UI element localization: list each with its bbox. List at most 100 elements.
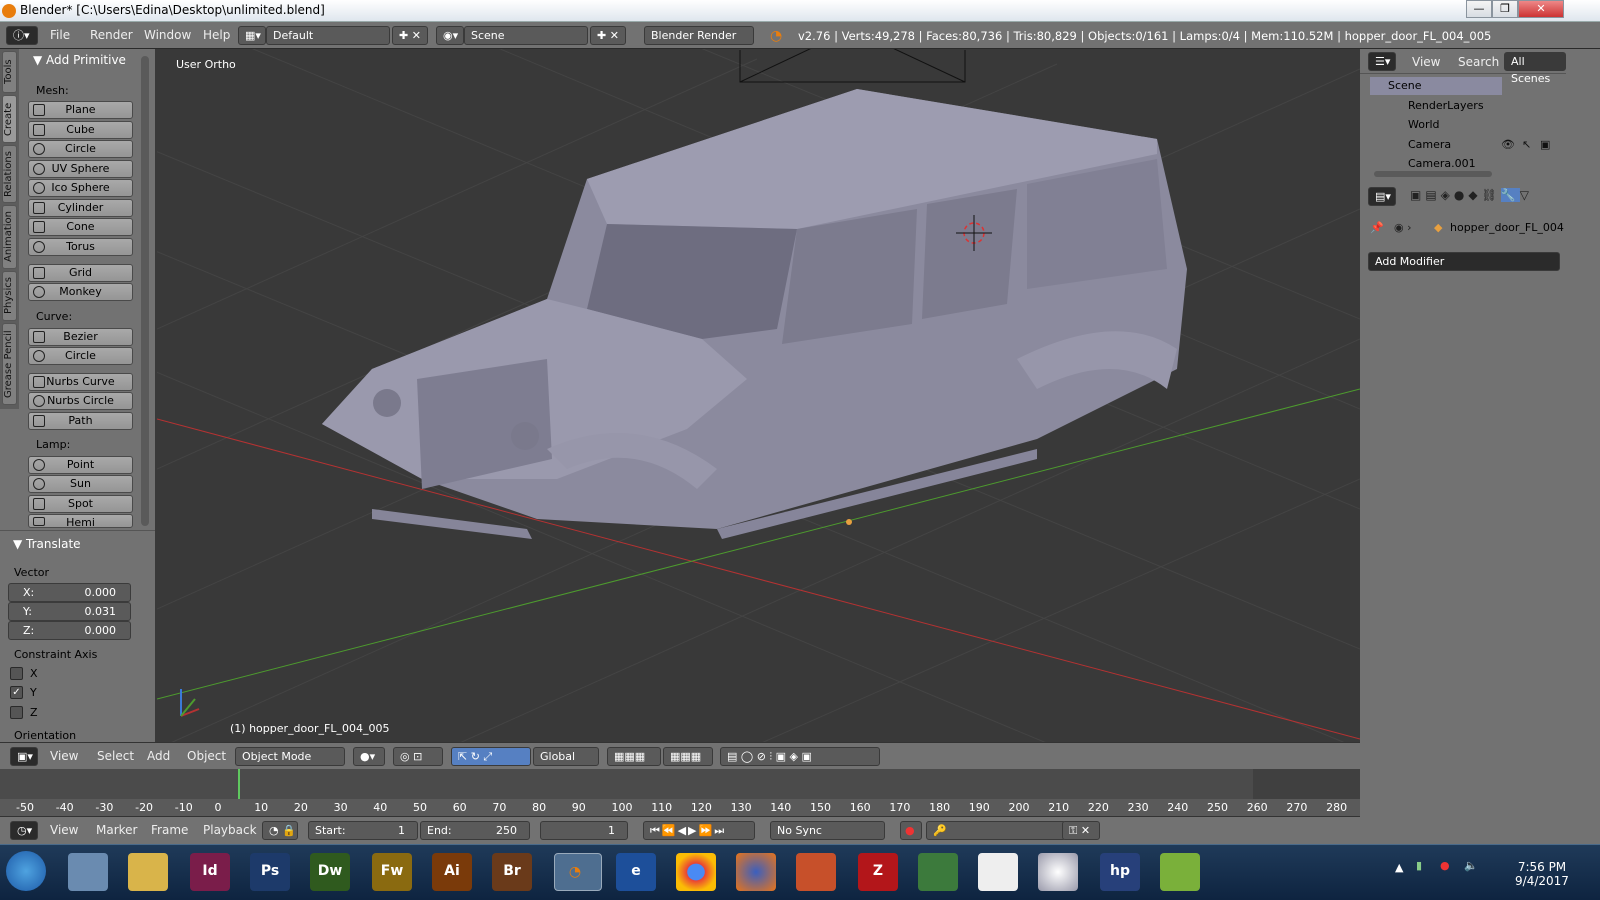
constraint-y-checkbox[interactable]: ✓ (10, 686, 23, 699)
viewport-scene[interactable] (157, 49, 1360, 742)
scene-field[interactable]: Scene (464, 26, 588, 45)
close-window-button[interactable]: ✕ (1518, 0, 1564, 18)
menu-marker[interactable]: Marker (96, 823, 137, 837)
add-point-lamp-button[interactable]: Point (28, 456, 133, 474)
current-frame-marker[interactable] (238, 769, 240, 799)
add-nurbs-curve-button[interactable]: Nurbs Curve (28, 373, 133, 391)
tab-tools[interactable]: Tools (2, 51, 17, 93)
manipulator-buttons[interactable]: ⇱ ↻ ⤢ (451, 747, 531, 766)
constraint-x-checkbox[interactable] (10, 667, 23, 680)
menu-playback[interactable]: Playback (203, 823, 257, 837)
add-bezier-button[interactable]: Bezier (28, 328, 133, 346)
add-hemi-lamp-button[interactable]: Hemi (28, 514, 133, 529)
tab-grease-pencil[interactable]: Grease Pencil (2, 323, 17, 405)
add-spot-lamp-button[interactable]: Spot (28, 495, 133, 513)
add-grid-button[interactable]: Grid (28, 264, 133, 282)
scene-icon-button[interactable]: ◉▾ (436, 26, 464, 45)
indesign-icon[interactable]: Id (190, 853, 230, 891)
layout-icon-button[interactable]: ▦▾ (238, 26, 266, 45)
layout-add-remove[interactable]: ✚ ✕ (392, 26, 428, 45)
outliner-scrollbar[interactable] (1374, 171, 1492, 177)
editor-type-properties-button[interactable]: ▤▾ (1368, 187, 1396, 206)
editor-type-outliner-button[interactable]: ☰▾ (1368, 52, 1396, 71)
tab-animation[interactable]: Animation (2, 205, 17, 269)
menu-view[interactable]: View (50, 749, 78, 763)
menu-render[interactable]: Render (90, 28, 133, 42)
minimize-button[interactable]: — (1466, 0, 1492, 18)
render-camera-icon[interactable]: ▣ (1540, 138, 1550, 151)
document-icon[interactable] (978, 853, 1018, 891)
vector-z-field[interactable]: Z: 0.000 (8, 621, 131, 640)
menu-outliner-view[interactable]: View (1412, 55, 1440, 69)
illustrator-icon[interactable]: Ai (432, 853, 472, 891)
frame-ruler[interactable]: -50 -40 -30 -20 -10 0 10 20 30 40 50 60 70 80 90 100 110… (0, 799, 1360, 816)
dreamweaver-icon[interactable]: Dw (310, 853, 350, 891)
3d-viewport[interactable] (157, 49, 1360, 742)
tool-shelf-scrollbar[interactable] (141, 56, 149, 526)
tab-physics[interactable]: Physics (2, 271, 17, 321)
disc-icon[interactable] (1038, 853, 1078, 891)
sync-select[interactable]: No Sync (770, 821, 885, 840)
menu-add[interactable]: Add (147, 749, 170, 763)
add-plane-button[interactable]: Plane (28, 101, 133, 119)
menu-timeline-view[interactable]: View (50, 823, 78, 837)
editor-type-3d-button[interactable]: ▣▾ (10, 747, 38, 766)
playback-controls[interactable]: ⏮⏪◀▶⏩⏭ (643, 821, 755, 840)
maximize-button[interactable]: ❐ (1492, 0, 1518, 18)
add-path-button[interactable]: Path (28, 412, 133, 430)
properties-context-tabs[interactable]: ▣▤◈●◆⛓🔧▽ (1410, 188, 1560, 206)
fireworks-icon[interactable]: Fw (372, 853, 412, 891)
vector-y-field[interactable]: Y: 0.031 (8, 602, 131, 621)
layers-grid-1[interactable]: ▦▦▦ (607, 747, 661, 766)
chrome-icon[interactable] (676, 853, 716, 891)
add-cylinder-button[interactable]: Cylinder (28, 199, 133, 217)
hp-icon[interactable]: hp (1100, 853, 1140, 891)
add-curve-circle-button[interactable]: Circle (28, 347, 133, 365)
spreadsheet-icon[interactable] (1160, 853, 1200, 891)
add-primitive-header[interactable]: ▼ Add Primitive (33, 53, 126, 67)
blender-taskbar-icon[interactable]: ◔ (554, 853, 602, 891)
end-frame-field[interactable]: End: 250 (420, 821, 530, 840)
calculator-icon[interactable] (68, 853, 108, 891)
outliner-item-renderlayers[interactable]: RenderLayers (1408, 99, 1484, 112)
view-tool-buttons[interactable]: ▤ ◯ ⊘ ⫶ ▣ ◈ ▣ (720, 747, 880, 766)
render-engine-select[interactable]: Blender Render (644, 26, 754, 45)
outliner-filter-select[interactable]: All Scenes (1504, 52, 1566, 85)
scene-add-remove[interactable]: ✚ ✕ (590, 26, 626, 45)
file-explorer-icon[interactable] (128, 853, 168, 891)
tray-expand-icon[interactable]: ▲ (1395, 861, 1403, 874)
pivot-snap-buttons[interactable]: ◎ ⊡ (393, 747, 443, 766)
graduation-app-icon[interactable] (918, 853, 958, 891)
add-modifier-select[interactable]: Add Modifier (1368, 252, 1560, 271)
editor-type-timeline-button[interactable]: ◷▾ (10, 821, 38, 840)
mode-select[interactable]: Object Mode (235, 747, 345, 766)
add-ico-sphere-button[interactable]: Ico Sphere (28, 179, 133, 197)
pin-icon[interactable]: 📌 (1370, 221, 1384, 234)
add-nurbs-circle-button[interactable]: Nurbs Circle (28, 392, 133, 410)
add-monkey-button[interactable]: Monkey (28, 283, 133, 301)
keying-set-field[interactable]: 🔑 (926, 821, 1066, 840)
menu-file[interactable]: File (50, 28, 70, 42)
add-sun-lamp-button[interactable]: Sun (28, 475, 133, 493)
current-frame-field[interactable]: 1 (540, 821, 628, 840)
outliner-item-camera[interactable]: Camera (1408, 138, 1451, 151)
jeep-model[interactable] (322, 89, 1187, 539)
firefox-icon[interactable] (736, 853, 776, 891)
transform-orientation-select[interactable]: Global (533, 747, 599, 766)
menu-frame[interactable]: Frame (151, 823, 188, 837)
bridge-icon[interactable]: Br (492, 853, 532, 891)
constraint-z-checkbox[interactable] (10, 706, 23, 719)
menu-help[interactable]: Help (203, 28, 230, 42)
editor-type-info-button[interactable]: ⓘ▾ (6, 26, 38, 45)
menu-window[interactable]: Window (144, 28, 191, 42)
antivirus-icon[interactable]: ● (1440, 859, 1450, 872)
add-torus-button[interactable]: Torus (28, 238, 133, 256)
volume-icon[interactable]: 🔈 (1464, 859, 1478, 872)
vector-x-field[interactable]: X: 0.000 (8, 583, 131, 602)
layout-field[interactable]: Default (266, 26, 390, 45)
tab-relations[interactable]: Relations (2, 145, 17, 203)
menu-object[interactable]: Object (187, 749, 226, 763)
layers-grid-2[interactable]: ▦▦▦ (663, 747, 713, 766)
add-circle-button[interactable]: Circle (28, 140, 133, 158)
menu-select[interactable]: Select (97, 749, 134, 763)
